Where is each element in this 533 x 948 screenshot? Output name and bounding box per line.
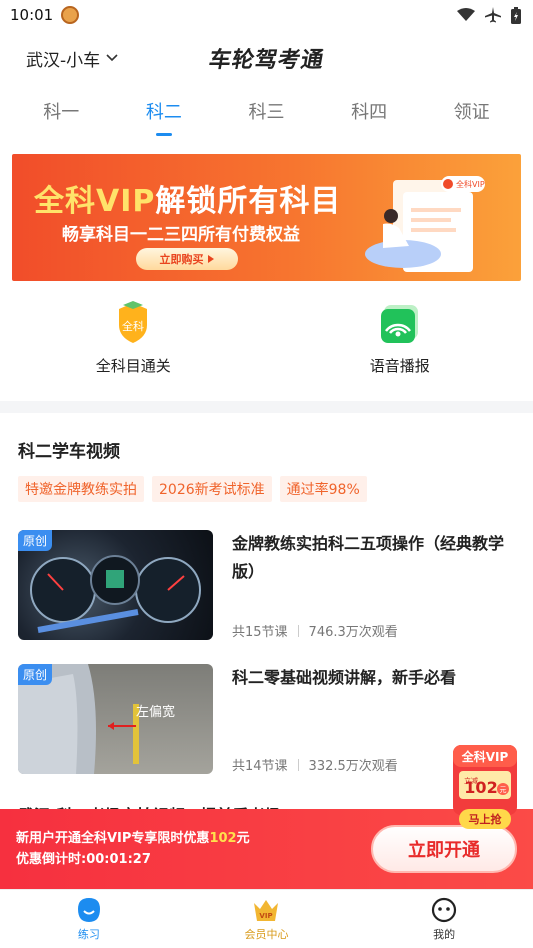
floating-vip-coupon[interactable]: 全科VIP 立减 102 元 马上抢 <box>451 743 519 835</box>
nav-profile[interactable]: 我的 <box>384 897 504 942</box>
meta-separator <box>297 624 299 637</box>
broadcast-icon <box>380 305 418 343</box>
feature-label: 语音播报 <box>369 357 430 375</box>
view-count: 332.5万次观看 <box>308 759 398 774</box>
tag: 2026新考试标准 <box>152 476 272 502</box>
svg-text:VIP: VIP <box>260 912 273 920</box>
video-item[interactable]: 原创 金牌教练实拍科二五项操作（经典教学版） 共15节课 746.3万次观看 <box>0 530 533 640</box>
video-title: 金牌教练实拍科二五项操作（经典教学版） <box>232 534 505 581</box>
promo-text: 新用户开通全科VIP专享限时优惠102元 优惠倒计时:00:01:27 <box>16 831 250 867</box>
video-thumbnail: 左偏宽 原创 <box>18 664 213 774</box>
thumb-overlay-text: 左偏宽 <box>136 704 175 720</box>
original-badge: 原创 <box>18 530 53 551</box>
original-badge: 原创 <box>18 664 53 685</box>
buy-now-button[interactable]: 立即购买 <box>136 248 238 270</box>
profile-face-icon <box>432 897 457 922</box>
banner-subtitle: 畅享科目一二三四所有付费权益 <box>62 225 300 245</box>
lesson-count: 共15节课 <box>232 625 288 640</box>
nav-practice[interactable]: 练习 <box>29 897 149 942</box>
coupon-cta: 马上抢 <box>469 812 503 826</box>
nav-label: 我的 <box>433 927 456 941</box>
tab-subject-1[interactable]: 科一 <box>26 90 96 132</box>
video-thumbnail: 原创 <box>18 530 213 640</box>
section-divider <box>0 401 533 413</box>
subject-tabs: 科一 科二 科三 科四 领证 <box>0 86 533 136</box>
practice-icon <box>77 897 100 922</box>
nav-vip-center[interactable]: VIP 会员中心 <box>206 897 326 942</box>
banner-title: 全科VIP解锁所有科目 <box>34 184 342 219</box>
vip-banner[interactable]: 全科VIP解锁所有科目 畅享科目一二三四所有付费权益 立即购买 全科VIP <box>12 154 521 281</box>
feature-label: 全科目通关 <box>95 357 171 375</box>
promo-amount: 102 <box>209 831 237 846</box>
countdown-timer: 00:01:27 <box>86 852 151 867</box>
brand-logo: 车轮驾考通 <box>206 48 326 73</box>
feature-row: 全科 全科目通关 语音播报 <box>0 281 533 401</box>
tag: 通过率98% <box>279 476 367 502</box>
bottom-nav: 练习 VIP 会员中心 我的 <box>0 889 533 948</box>
chevron-down-icon <box>106 54 118 62</box>
city-selector[interactable]: 武汉-小车 <box>26 46 118 71</box>
badge-icon: 全科 <box>119 301 148 343</box>
banner-art-badge: 全科VIP <box>456 179 485 189</box>
active-tab-indicator <box>155 133 172 136</box>
coupon-unit: 元 <box>500 786 507 794</box>
vip-crown-icon: VIP <box>254 899 279 921</box>
feature-voice-broadcast[interactable]: 语音播报 <box>320 301 480 401</box>
city-label: 武汉-小车 <box>26 50 101 71</box>
nav-label: 会员中心 <box>244 927 289 941</box>
tab-subject-3[interactable]: 科三 <box>231 90 301 132</box>
tab-license[interactable]: 领证 <box>437 90 507 132</box>
battery-icon <box>511 6 521 24</box>
airplane-icon <box>485 7 501 23</box>
tag: 特邀金牌教练实拍 <box>18 476 144 502</box>
tab-subject-2[interactable]: 科二 <box>129 90 199 136</box>
coupon-amount: 102 <box>464 778 497 797</box>
status-time: 10:01 <box>10 6 54 24</box>
nav-label: 练习 <box>77 927 100 941</box>
tag-row: 特邀金牌教练实拍 2026新考试标准 通过率98% <box>0 462 533 502</box>
wifi-icon <box>457 8 475 21</box>
play-arrow-icon <box>207 255 214 263</box>
app-header: 武汉-小车 车轮驾考通 <box>0 30 533 86</box>
tab-subject-4[interactable]: 科四 <box>334 90 404 132</box>
status-bar: 10:01 <box>0 0 533 30</box>
lesson-count: 共14节课 <box>232 759 288 774</box>
video-title: 科二零基础视频讲解，新手必看 <box>232 668 457 687</box>
meta-separator <box>297 758 299 771</box>
view-count: 746.3万次观看 <box>308 625 398 640</box>
notification-app-icon <box>61 6 80 24</box>
feature-all-subjects[interactable]: 全科 全科目通关 <box>53 301 213 401</box>
banner-illustration: 全科VIP <box>365 176 485 272</box>
badge-icon-text: 全科 <box>122 319 144 333</box>
section-title: 科二学车视频 <box>18 442 120 462</box>
coupon-title: 全科VIP <box>461 749 509 764</box>
